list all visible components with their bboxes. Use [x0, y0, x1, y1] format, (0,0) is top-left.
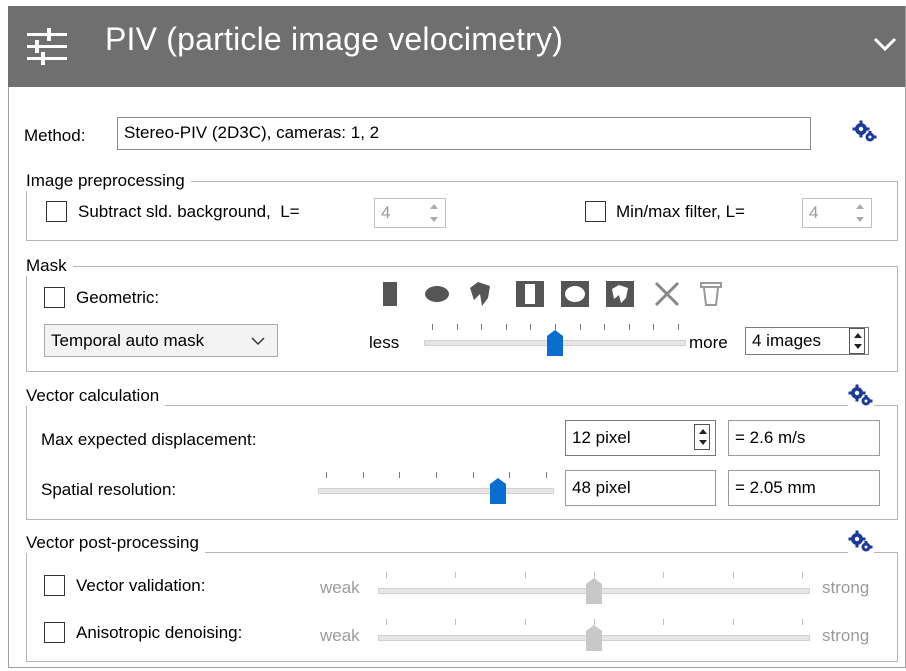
slider-tick — [530, 324, 531, 330]
subtract-background-spinner[interactable] — [426, 200, 442, 226]
slider-tick — [580, 324, 581, 330]
geometric-mask-label: Geometric: — [76, 288, 160, 307]
slider-thumb[interactable] — [586, 625, 602, 651]
clear-mask-icon[interactable] — [652, 280, 682, 308]
slider-tick — [363, 472, 364, 478]
slider-tick — [663, 619, 664, 625]
max-displacement-spinner[interactable] — [694, 424, 710, 450]
vector-validation-slider[interactable] — [378, 566, 810, 606]
spatial-resolution-result: = 2.05 mm — [728, 470, 880, 506]
spatial-resolution-slider[interactable] — [318, 466, 554, 506]
max-displacement-result: = 2.6 m/s — [728, 420, 880, 456]
slider-tick — [386, 619, 387, 625]
mask-images-spinner[interactable] — [849, 328, 865, 354]
image-preprocessing-title: Image preprocessing — [22, 171, 191, 191]
polygon-mask-icon[interactable] — [468, 280, 494, 308]
vector-validation-checkbox[interactable] — [44, 575, 65, 596]
mask-slider-less-label: less — [369, 333, 400, 352]
mask-slider-more-label: more — [689, 333, 728, 352]
temporal-mask-select-value: Temporal auto mask — [51, 331, 205, 350]
gears-icon[interactable] — [852, 120, 878, 144]
vector-validation-label: Vector validation: — [76, 576, 206, 595]
subtract-background-checkbox[interactable] — [46, 201, 67, 222]
slider-tick — [481, 324, 482, 330]
ellipse-mask-icon[interactable] — [423, 284, 451, 304]
anisotropic-denoising-checkbox[interactable] — [44, 622, 65, 643]
slider-tick — [525, 619, 526, 625]
method-label: Method: — [24, 126, 86, 145]
slider-tick — [455, 572, 456, 578]
temporal-mask-select[interactable]: Temporal auto mask — [44, 324, 278, 357]
denoising-weak-label: weak — [320, 626, 360, 645]
slider-thumb[interactable] — [490, 478, 506, 504]
slider-tick — [629, 324, 630, 330]
spatial-resolution-value: 48 pixel — [565, 470, 716, 506]
vector-calculation-title: Vector calculation — [22, 386, 166, 406]
mask-threshold-slider[interactable] — [424, 318, 686, 358]
geometric-mask-checkbox[interactable] — [44, 287, 65, 308]
panel-header[interactable]: PIV (particle image velocimetry) — [8, 6, 905, 87]
inverse-rectangle-mask-icon[interactable] — [515, 280, 545, 308]
minmax-filter-spinner[interactable] — [852, 200, 868, 226]
vector-post-processing-title: Vector post-processing — [22, 533, 205, 553]
subtract-background-label: Subtract sld. background, L= — [78, 202, 300, 221]
slider-thumb[interactable] — [547, 330, 563, 356]
slider-tick — [802, 572, 803, 578]
slider-tick — [733, 572, 734, 578]
slider-tick — [525, 572, 526, 578]
gears-icon[interactable] — [848, 384, 874, 408]
slider-tick — [604, 324, 605, 330]
method-field[interactable]: Stereo-PIV (2D3C), cameras: 1, 2 — [117, 117, 811, 150]
slider-tick — [436, 472, 437, 478]
slider-tick — [546, 472, 547, 478]
slider-tick — [399, 472, 400, 478]
spatial-resolution-label: Spatial resolution: — [41, 480, 177, 499]
inverse-polygon-mask-icon[interactable] — [605, 280, 635, 308]
slider-thumb[interactable] — [586, 578, 602, 604]
panel-title: PIV (particle image velocimetry) — [105, 21, 564, 57]
validation-weak-label: weak — [320, 578, 360, 597]
slider-tick — [733, 619, 734, 625]
minmax-filter-checkbox[interactable] — [585, 201, 606, 222]
minmax-filter-label: Min/max filter, L= — [616, 202, 745, 221]
denoising-strong-label: strong — [822, 626, 870, 645]
slider-tick — [432, 324, 433, 330]
gears-icon[interactable] — [848, 530, 874, 554]
delete-mask-icon[interactable] — [698, 280, 724, 308]
slider-tick — [509, 472, 510, 478]
inverse-ellipse-mask-icon[interactable] — [560, 280, 590, 308]
max-displacement-label: Max expected displacement: — [41, 430, 257, 449]
rectangle-mask-icon[interactable] — [380, 280, 402, 308]
slider-tick — [802, 619, 803, 625]
slider-tick — [386, 572, 387, 578]
slider-tick — [326, 472, 327, 478]
slider-track — [318, 488, 554, 494]
anisotropic-denoising-label: Anisotropic denoising: — [76, 623, 243, 642]
mask-title: Mask — [22, 256, 73, 276]
anisotropic-denoising-slider[interactable] — [378, 613, 810, 653]
slider-tick — [455, 619, 456, 625]
validation-strong-label: strong — [822, 578, 870, 597]
slider-tick — [653, 324, 654, 330]
slider-tick — [473, 472, 474, 478]
chevron-down-icon[interactable] — [872, 36, 898, 54]
slider-tick — [457, 324, 458, 330]
chevron-down-icon — [251, 337, 265, 346]
slider-tick — [506, 324, 507, 330]
sliders-icon — [27, 28, 67, 65]
slider-tick — [663, 572, 664, 578]
slider-tick — [678, 324, 679, 330]
